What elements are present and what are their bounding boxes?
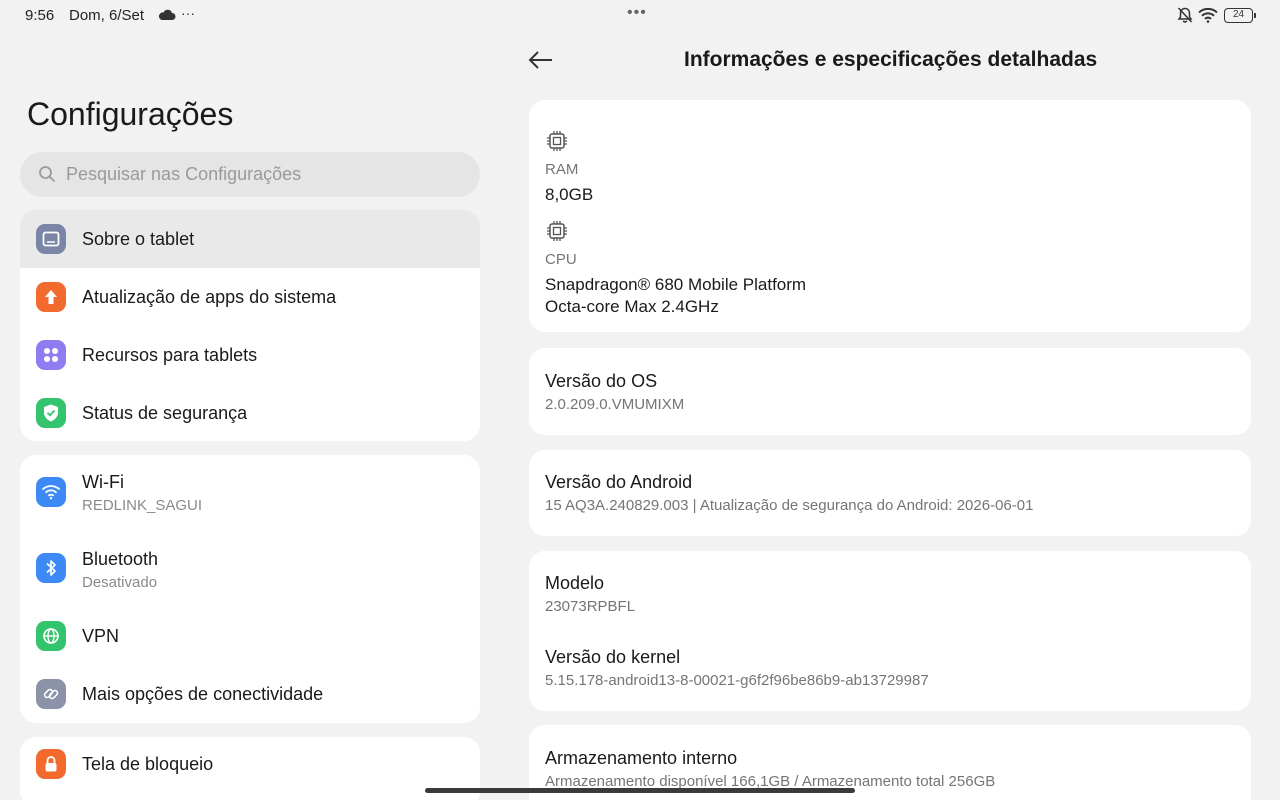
cpu-value-line2: Octa-core Max 2.4GHz <box>545 297 719 316</box>
kernel-value: 5.15.178-android13-8-00021-g6f2f96be86b9… <box>545 672 929 689</box>
detail-title: Informações e especificações detalhadas <box>684 48 1098 71</box>
chip-icon <box>547 131 567 151</box>
back-arrow-icon[interactable] <box>527 48 555 72</box>
settings-item-label: VPN <box>82 626 120 646</box>
arrow-up-icon <box>36 282 66 312</box>
settings-item-label: Wi-Fi <box>82 472 124 492</box>
settings-item-vpn[interactable]: VPN <box>20 611 480 665</box>
settings-item-label: Recursos para tablets <box>82 345 258 365</box>
settings-item-label: Atualização de apps do sistema <box>82 287 337 307</box>
settings-group-device: Sobre o tablet Atualização de apps do si… <box>20 210 480 441</box>
globe-icon <box>36 621 66 651</box>
lock-icon <box>36 749 66 779</box>
settings-item-bluetooth[interactable]: Bluetooth Desativado <box>20 535 480 611</box>
status-date: Dom, 6/Set <box>69 7 145 24</box>
settings-title: Configurações <box>27 96 234 132</box>
bluetooth-icon <box>36 553 66 583</box>
search-input[interactable]: Pesquisar nas Configurações <box>20 152 480 197</box>
settings-item-lock-screen[interactable]: Tela de bloqueio <box>20 737 480 795</box>
settings-item-subtitle: REDLINK_SAGUI <box>82 497 203 514</box>
hardware-specs-card: RAM 8,0GB CPU Snapdragon® 680 Mobile Pla… <box>529 100 1251 332</box>
settings-item-subtitle: Desativado <box>82 574 158 591</box>
model-title: Modelo <box>545 573 605 593</box>
settings-item-label: Status de segurança <box>82 403 248 423</box>
os-version-card[interactable]: Versão do OS 2.0.209.0.VMUMIXM <box>529 348 1251 435</box>
settings-group-lockscreen: Tela de bloqueio <box>20 737 480 800</box>
wifi-status-icon <box>1198 7 1218 23</box>
os-version-value: 2.0.209.0.VMUMIXM <box>545 396 685 413</box>
status-bar: 9:56 Dom, 6/Set ··· ••• 24 <box>0 0 1280 32</box>
wifi-icon <box>36 477 66 507</box>
ram-value: 8,0GB <box>545 185 594 204</box>
tablet-icon <box>36 224 66 254</box>
shield-check-icon <box>36 398 66 428</box>
settings-item-label: Mais opções de conectividade <box>82 684 324 704</box>
android-version-card[interactable]: Versão do Android 15 AQ3A.240829.003 | A… <box>529 450 1251 536</box>
settings-item-security-status[interactable]: Status de segurança <box>20 384 480 441</box>
ram-label: RAM <box>545 161 579 178</box>
storage-title: Armazenamento interno <box>545 748 738 768</box>
kernel-title: Versão do kernel <box>545 647 681 667</box>
settings-item-system-app-updates[interactable]: Atualização de apps do sistema <box>20 268 480 326</box>
home-indicator[interactable] <box>425 788 855 793</box>
cpu-label: CPU <box>545 251 577 268</box>
settings-item-tablet-features[interactable]: Recursos para tablets <box>20 326 480 384</box>
model-kernel-card: Modelo 23073RPBFL Versão do kernel 5.15.… <box>529 551 1251 711</box>
search-placeholder: Pesquisar nas Configurações <box>66 164 302 184</box>
settings-item-more-connectivity[interactable]: Mais opções de conectividade <box>20 665 480 723</box>
link-icon <box>36 679 66 709</box>
multitask-handle-icon[interactable]: ••• <box>627 4 647 22</box>
grid-dots-icon <box>36 340 66 370</box>
model-value: 23073RPBFL <box>545 598 636 615</box>
settings-item-label: Bluetooth <box>82 549 159 569</box>
search-icon <box>39 166 55 182</box>
android-version-value: 15 AQ3A.240829.003 | Atualização de segu… <box>545 497 1034 514</box>
settings-item-about-tablet[interactable]: Sobre o tablet <box>20 210 480 268</box>
cpu-chip-icon <box>547 221 567 241</box>
status-time: 9:56 <box>25 7 55 24</box>
battery-indicator: 24 <box>1224 8 1256 23</box>
os-version-title: Versão do OS <box>545 371 658 391</box>
cpu-value-line1: Snapdragon® 680 Mobile Platform <box>545 275 807 294</box>
settings-item-label: Sobre o tablet <box>82 229 195 249</box>
settings-item-wifi[interactable]: Wi-Fi REDLINK_SAGUI <box>20 455 480 529</box>
cloud-icon <box>158 9 176 20</box>
status-more-icon: ··· <box>181 5 195 21</box>
settings-group-connectivity: Wi-Fi REDLINK_SAGUI Bluetooth Desativado… <box>20 455 480 723</box>
settings-item-label: Tela de bloqueio <box>82 754 214 774</box>
android-version-title: Versão do Android <box>545 472 693 492</box>
bell-off-icon <box>1177 7 1193 23</box>
